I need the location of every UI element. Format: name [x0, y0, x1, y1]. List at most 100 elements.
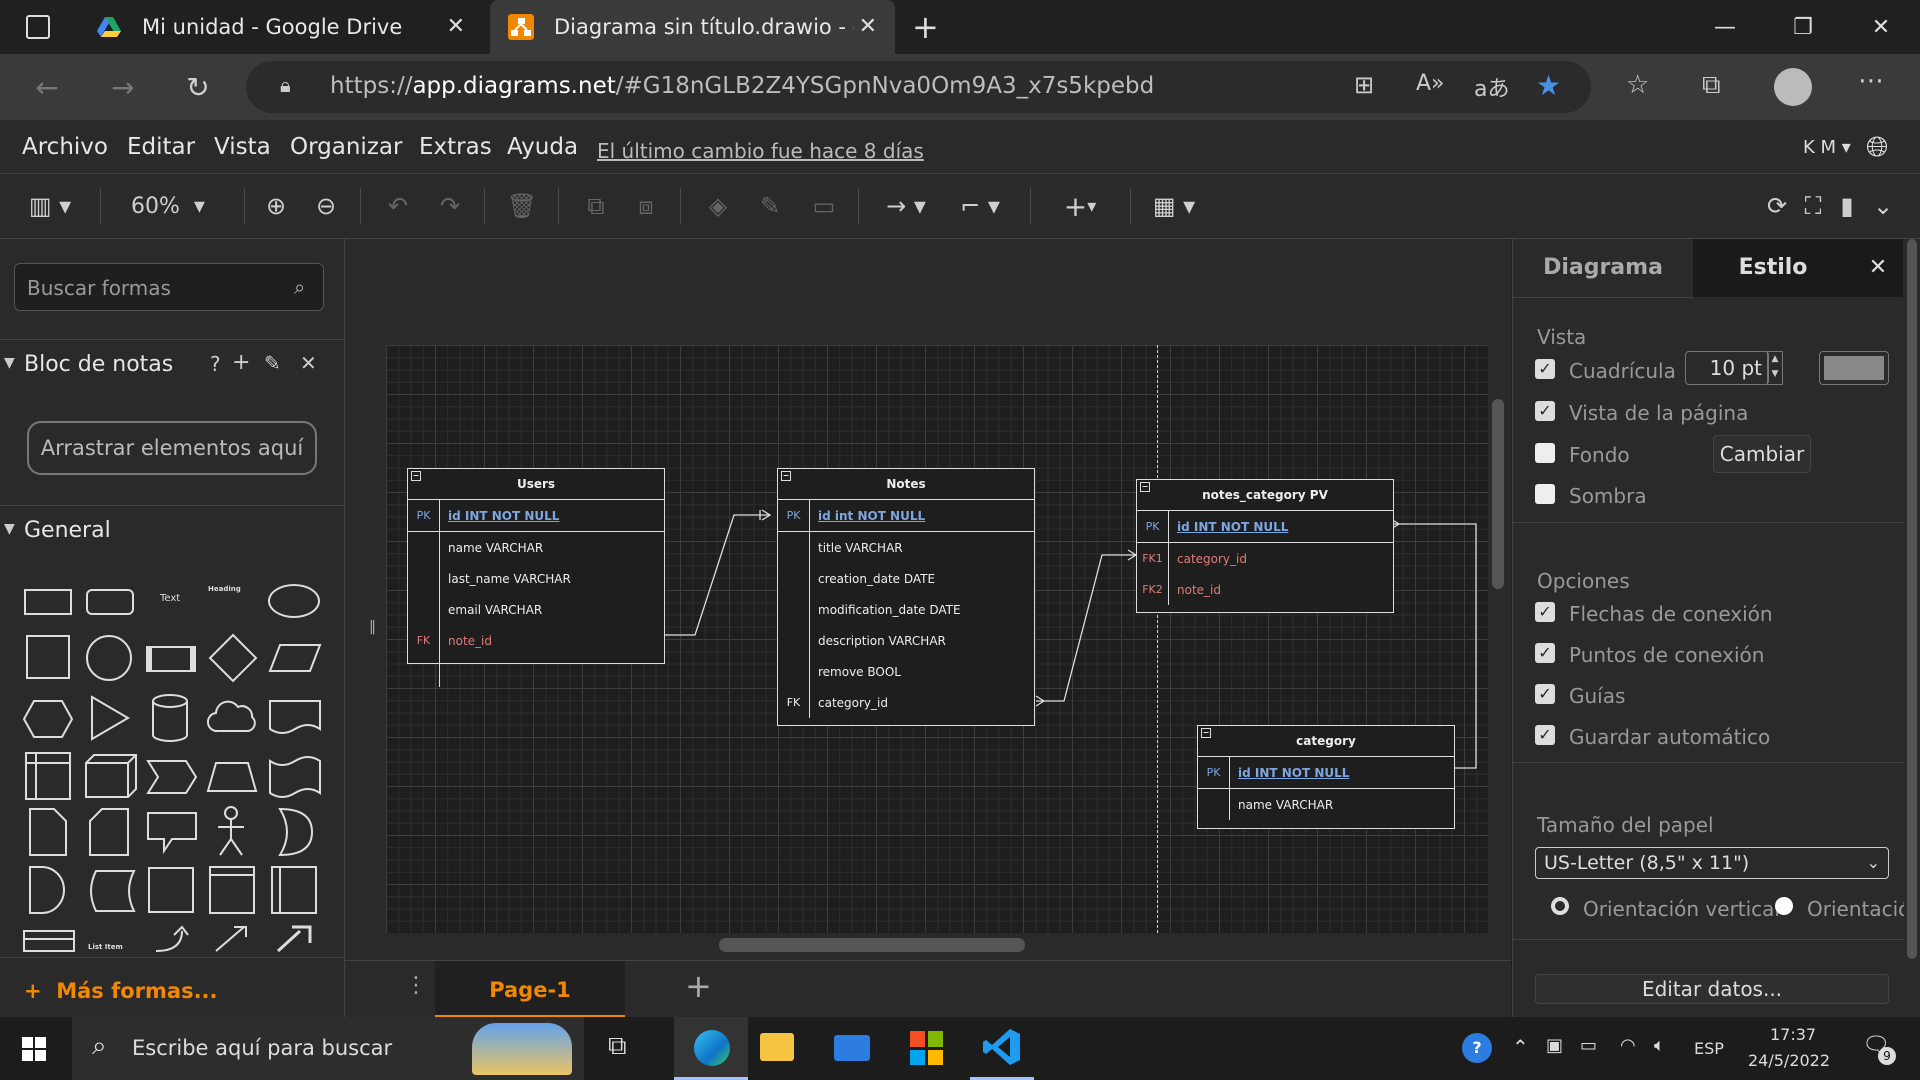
menu-vista[interactable]: Vista — [214, 134, 271, 160]
read-aloud-icon[interactable]: A» — [1416, 71, 1445, 96]
cylinder-shape[interactable] — [150, 693, 190, 743]
vscode-taskbar-icon[interactable] — [970, 1017, 1034, 1080]
restore-button[interactable]: ❐ — [1764, 0, 1842, 54]
portrait-radio[interactable] — [1551, 897, 1569, 915]
table-row[interactable]: name VARCHAR — [1198, 789, 1454, 820]
tab-actions-icon[interactable] — [26, 15, 50, 39]
format-panel-icon[interactable]: ▥ ▾ — [22, 188, 78, 224]
swimlane-shape[interactable] — [270, 865, 318, 915]
panel-splitter[interactable]: ‖ — [369, 619, 376, 635]
table-row[interactable]: email VARCHAR — [408, 594, 664, 625]
table-row[interactable]: creation_date DATE — [778, 563, 1034, 594]
table-row[interactable]: FK category_id — [778, 687, 1034, 718]
back-icon[interactable]: ← — [24, 64, 70, 110]
wifi-icon[interactable]: ◠ — [1620, 1035, 1636, 1056]
taskbar-search-input[interactable]: ⌕ Escribe aquí para buscar — [72, 1017, 584, 1080]
card-shape[interactable] — [88, 807, 130, 857]
format-toggle-icon[interactable]: ▮ — [1832, 188, 1862, 224]
file-explorer-icon[interactable] — [760, 1033, 794, 1061]
delay-shape[interactable] — [28, 865, 68, 915]
grid-checkbox[interactable]: ✓ — [1535, 359, 1555, 379]
close-tab-icon[interactable]: ✕ — [447, 14, 465, 39]
search-icon[interactable]: ⌕ — [294, 275, 305, 299]
fill-color-icon[interactable]: ◈ — [700, 188, 736, 224]
close-panel-icon[interactable]: ✕ — [1853, 239, 1903, 297]
collapse-icon[interactable]: − — [1201, 728, 1211, 738]
url-text[interactable]: https://app.diagrams.net/#G18nGLB2Z4YSGp… — [330, 73, 1154, 99]
help-icon[interactable]: ? — [210, 352, 221, 376]
grid-color-swatch[interactable] — [1819, 351, 1889, 385]
rectangle-shape[interactable] — [24, 589, 72, 615]
guides-checkbox[interactable]: ✓ — [1535, 684, 1555, 704]
shadow-icon[interactable]: ▭ — [806, 188, 842, 224]
tab-google-drive[interactable]: Mi unidad - Google Drive ✕ — [78, 0, 483, 54]
grid-size-input[interactable]: 10 pt — [1685, 351, 1769, 385]
menu-archivo[interactable]: Archivo — [22, 134, 108, 160]
zoom-in-icon[interactable]: ⊕ — [258, 188, 294, 224]
callout-shape[interactable] — [146, 811, 198, 855]
undo-icon[interactable]: ↶ — [380, 188, 416, 224]
connection-arrows-checkbox[interactable]: ✓ — [1535, 602, 1555, 622]
favorites-icon[interactable]: ☆ — [1626, 70, 1649, 100]
device-icon[interactable]: ▣ — [1546, 1035, 1563, 1056]
diagram-page[interactable]: − Users PK id INT NOT NULL name VARCHAR la… — [386, 345, 1488, 933]
table-header[interactable]: − Notes — [778, 469, 1034, 500]
table-row[interactable]: description VARCHAR — [778, 625, 1034, 656]
circle-shape[interactable] — [86, 635, 132, 681]
menu-extras[interactable]: Extras — [419, 134, 492, 160]
help-tray-icon[interactable]: ? — [1462, 1033, 1492, 1063]
container-shape[interactable] — [148, 867, 194, 913]
process-shape[interactable] — [146, 646, 196, 672]
document-shape[interactable] — [268, 699, 322, 737]
minimize-button[interactable]: — — [1686, 0, 1764, 54]
user-menu[interactable]: K M ▾ — [1803, 137, 1851, 158]
task-view-icon[interactable]: ⧉ — [608, 1031, 627, 1062]
delete-icon[interactable]: 🗑︎ — [504, 188, 540, 224]
language-globe-icon[interactable]: 🌐︎ — [1866, 130, 1888, 164]
edit-icon[interactable]: ✎ — [264, 351, 281, 375]
add-page-button[interactable]: + — [685, 967, 712, 1005]
table-row[interactable]: FK2 note_id — [1137, 574, 1393, 605]
scratchpad-drop-zone[interactable]: Arrastrar elementos aquí — [27, 421, 317, 475]
table-header[interactable]: − notes_category PV — [1137, 480, 1393, 511]
mail-icon[interactable] — [834, 1035, 870, 1061]
table-row[interactable]: remove BOOL — [778, 656, 1034, 687]
collapse-icon[interactable]: ⌄ — [1868, 188, 1898, 224]
forward-icon[interactable]: → — [100, 64, 146, 110]
zoom-select[interactable]: 60% ▾ — [118, 188, 218, 224]
shadow-checkbox[interactable] — [1535, 484, 1555, 504]
close-tab-icon[interactable]: ✕ — [859, 14, 877, 39]
menu-ayuda[interactable]: Ayuda — [507, 134, 578, 160]
actor-shape[interactable] — [214, 805, 248, 857]
table-row[interactable]: name VARCHAR — [408, 532, 664, 563]
to-back-icon[interactable]: ⧈ — [628, 188, 664, 224]
more-menu-icon[interactable]: ⋯ — [1858, 66, 1884, 96]
landscape-radio[interactable] — [1775, 897, 1793, 915]
last-change-link[interactable]: El último cambio fue hace 8 días — [597, 139, 924, 163]
to-front-icon[interactable]: ⧉ — [578, 188, 614, 224]
list-item-shape[interactable]: List Item — [88, 943, 123, 951]
table-row[interactable]: modification_date DATE — [778, 594, 1034, 625]
windows-start-icon[interactable] — [22, 1037, 46, 1061]
line-color-icon[interactable]: ✎ — [752, 188, 788, 224]
step-shape[interactable] — [146, 759, 198, 795]
arrow-shape[interactable] — [212, 923, 252, 953]
page-tab-current[interactable]: Page-1 — [435, 961, 625, 1018]
notifications-button[interactable]: 🗨︎ 9 — [1862, 1033, 1896, 1065]
format-panel-scrollbar[interactable] — [1904, 239, 1920, 1017]
text-shape[interactable]: Text — [160, 593, 180, 604]
change-background-button[interactable]: Cambiar — [1713, 435, 1811, 473]
collapse-icon[interactable]: − — [411, 471, 421, 481]
more-shapes-button[interactable]: + Más formas... — [24, 979, 218, 1003]
data-storage-shape[interactable] — [84, 869, 136, 913]
search-shapes-input[interactable]: Buscar formas — [14, 263, 324, 311]
table-row[interactable]: PK id INT NOT NULL — [1137, 511, 1393, 543]
scratchpad-header[interactable]: ▼ Bloc de notas ? + ✎ ✕ — [0, 339, 344, 390]
reload-icon[interactable]: ↻ — [175, 64, 221, 110]
tab-style[interactable]: Estilo — [1693, 239, 1853, 297]
rounded-rectangle-shape[interactable] — [86, 589, 134, 615]
notes-category-table[interactable]: − notes_category PV PK id INT NOT NULL FK1… — [1136, 479, 1394, 613]
table-row[interactable]: PK id INT NOT NULL — [408, 500, 664, 532]
canvas-vertical-scrollbar[interactable] — [1492, 399, 1504, 589]
users-table[interactable]: − Users PK id INT NOT NULL name VARCHAR la… — [407, 468, 665, 687]
